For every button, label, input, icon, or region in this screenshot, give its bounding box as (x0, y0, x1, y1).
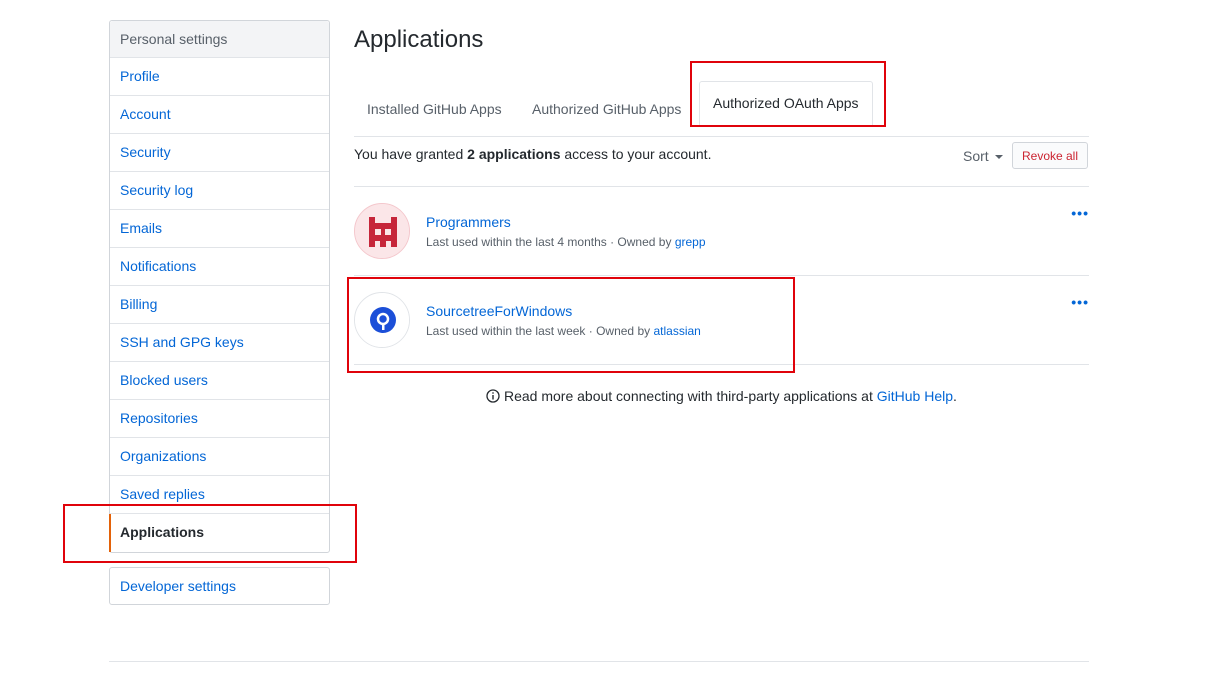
app-meta-text: Last used within the last week · Owned b… (426, 324, 651, 338)
sidebar-item-security-log[interactable]: Security log (110, 172, 329, 210)
sidebar-header: Personal settings (110, 21, 329, 58)
sidebar-item-applications[interactable]: Applications (109, 514, 329, 552)
sidebar-item-emails[interactable]: Emails (110, 210, 329, 248)
grant-summary: You have granted 2 applications access t… (354, 146, 711, 162)
sidebar-item-billing[interactable]: Billing (110, 286, 329, 324)
tab-installed-github-apps[interactable]: Installed GitHub Apps (354, 91, 515, 127)
sidebar-item-repositories[interactable]: Repositories (110, 400, 329, 438)
developer-settings-box: Developer settings (109, 567, 330, 605)
grant-summary-prefix: You have granted (354, 146, 464, 162)
app-meta-text: Last used within the last 4 months · Own… (426, 235, 672, 249)
sort-dropdown[interactable]: Sort (963, 148, 1003, 164)
sidebar-item-profile[interactable]: Profile (110, 58, 329, 96)
sidebar-item-saved-replies[interactable]: Saved replies (110, 476, 329, 514)
settings-sidebar: Personal settings Profile Account Securi… (109, 20, 330, 553)
page-title: Applications (354, 26, 484, 53)
app-name-link[interactable]: Programmers (426, 214, 511, 230)
grant-summary-suffix: access to your account. (564, 146, 712, 162)
app-row-programmers: Programmers Last used within the last 4 … (354, 186, 1089, 275)
summary-row: You have granted 2 applications access t… (354, 142, 1089, 172)
sidebar-item-organizations[interactable]: Organizations (110, 438, 329, 476)
info-icon (486, 389, 500, 403)
app-owner-link[interactable]: grepp (675, 235, 706, 249)
tab-authorized-oauth-apps[interactable]: Authorized OAuth Apps (699, 81, 873, 127)
app-row-sourcetree: SourcetreeForWindows Last used within th… (354, 275, 1089, 364)
sidebar-item-notifications[interactable]: Notifications (110, 248, 329, 286)
tab-bar: Installed GitHub Apps Authorized GitHub … (354, 80, 1089, 137)
github-help-link[interactable]: GitHub Help (877, 388, 953, 404)
help-suffix: . (953, 388, 957, 404)
help-line: Read more about connecting with third-pa… (354, 388, 1089, 404)
space-invader-icon (354, 203, 410, 259)
app-owner-link[interactable]: atlassian (653, 324, 700, 338)
kebab-menu-icon[interactable]: ••• (1071, 294, 1089, 310)
revoke-all-button[interactable]: Revoke all (1012, 142, 1088, 169)
app-meta: Last used within the last week · Owned b… (426, 324, 701, 338)
kebab-menu-icon[interactable]: ••• (1071, 205, 1089, 221)
grant-count: 2 applications (467, 146, 561, 162)
list-bottom-divider (354, 364, 1089, 365)
sidebar-item-account[interactable]: Account (110, 96, 329, 134)
sourcetree-icon (354, 292, 410, 348)
sidebar-item-developer-settings[interactable]: Developer settings (110, 568, 329, 604)
sidebar-item-security[interactable]: Security (110, 134, 329, 172)
sort-label: Sort (963, 148, 989, 164)
main-content: Applications Installed GitHub Apps Autho… (354, 20, 1089, 404)
caret-down-icon (994, 155, 1003, 160)
footer-divider (109, 661, 1089, 662)
tab-authorized-github-apps[interactable]: Authorized GitHub Apps (519, 91, 694, 127)
sidebar-item-blocked-users[interactable]: Blocked users (110, 362, 329, 400)
sidebar-item-ssh-gpg-keys[interactable]: SSH and GPG keys (110, 324, 329, 362)
app-meta: Last used within the last 4 months · Own… (426, 235, 706, 249)
help-text: Read more about connecting with third-pa… (503, 388, 873, 404)
app-name-link[interactable]: SourcetreeForWindows (426, 303, 572, 319)
